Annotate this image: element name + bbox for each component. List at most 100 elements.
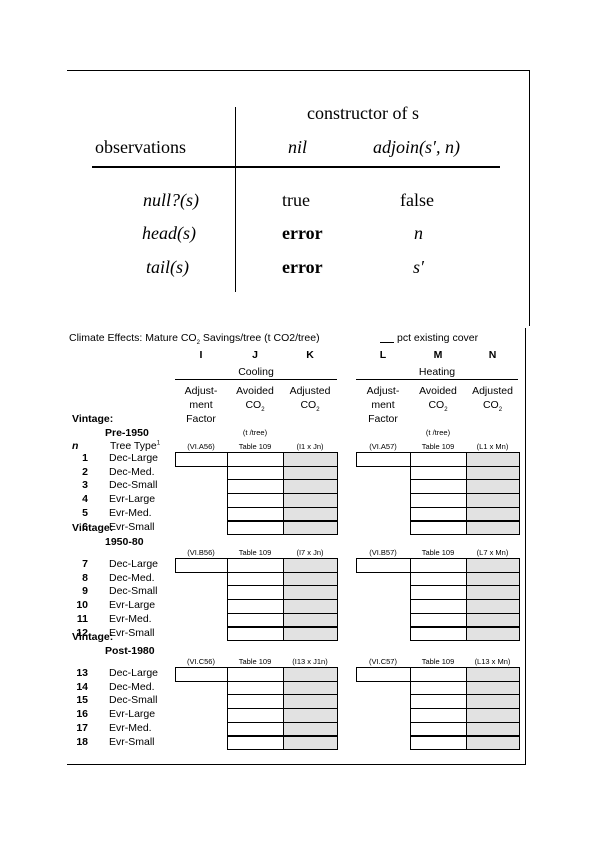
cell-j[interactable]	[227, 465, 284, 481]
cover-blank-line[interactable]	[380, 342, 394, 343]
cell-k[interactable]	[283, 452, 338, 467]
cell-l[interactable]	[356, 452, 411, 467]
cell-n[interactable]	[466, 599, 520, 614]
cell-k[interactable]	[283, 721, 338, 737]
row-number: 11	[76, 612, 88, 625]
cell-j[interactable]	[227, 506, 284, 522]
cell-m[interactable]	[410, 721, 467, 737]
cell-n[interactable]	[466, 721, 520, 737]
cell-k[interactable]	[283, 520, 338, 536]
cell-j[interactable]	[227, 520, 284, 536]
cell-l[interactable]	[356, 667, 411, 682]
cell-n[interactable]	[466, 520, 520, 536]
cell-i[interactable]	[175, 452, 228, 467]
heating-label: Heating	[418, 366, 456, 378]
cell-m[interactable]	[410, 667, 467, 682]
cell-m[interactable]	[410, 506, 467, 522]
cell-j[interactable]	[227, 721, 284, 737]
cell-m[interactable]	[410, 735, 467, 751]
cell-i[interactable]	[175, 558, 228, 573]
cell-m[interactable]	[410, 465, 467, 481]
cell-k[interactable]	[283, 585, 338, 601]
col-adjoin-header: adjoin(s′, n)	[373, 137, 460, 157]
cell-m[interactable]	[410, 626, 467, 642]
col-header-line1: Adjust-	[184, 385, 218, 397]
col-header-l: Adjust-ment Factor	[356, 384, 410, 426]
row-number: 8	[82, 571, 88, 584]
cell-k[interactable]	[283, 493, 338, 508]
cell-m[interactable]	[410, 694, 467, 710]
cell-j[interactable]	[227, 479, 284, 495]
section-name-1: 1950-80	[105, 536, 144, 548]
row-tree-type: Evr-Small	[109, 520, 155, 533]
cell-j[interactable]	[227, 626, 284, 642]
cell-n[interactable]	[466, 506, 520, 522]
section-name-0: Pre-1950	[105, 427, 149, 439]
col-header-n: Adjusted CO2	[466, 384, 519, 417]
cell-m[interactable]	[410, 493, 467, 508]
cell-n[interactable]	[466, 680, 520, 696]
cell-m[interactable]	[410, 708, 467, 723]
cell-j[interactable]	[227, 571, 284, 587]
cell-m[interactable]	[410, 571, 467, 587]
cell-j[interactable]	[227, 585, 284, 601]
cell-j[interactable]	[227, 558, 284, 573]
cell-n[interactable]	[466, 735, 520, 751]
cell-k[interactable]	[283, 465, 338, 481]
cell-m[interactable]	[410, 479, 467, 495]
cell-m[interactable]	[410, 680, 467, 696]
cell-j[interactable]	[227, 599, 284, 614]
cell-j[interactable]	[227, 708, 284, 723]
cell-k[interactable]	[283, 599, 338, 614]
cell-j[interactable]	[227, 493, 284, 508]
col-header-line2: CO2	[283, 398, 337, 417]
cell-m[interactable]	[410, 585, 467, 601]
cell-n[interactable]	[466, 612, 520, 628]
cell-m[interactable]	[410, 558, 467, 573]
cell-j[interactable]	[227, 452, 284, 467]
cell-n[interactable]	[466, 626, 520, 642]
cell-n[interactable]	[466, 667, 520, 682]
cell-l[interactable]	[356, 558, 411, 573]
cell-k[interactable]	[283, 667, 338, 682]
cell-k[interactable]	[283, 626, 338, 642]
cell-k[interactable]	[283, 506, 338, 522]
col-header-sub: 2	[261, 407, 265, 414]
cell-n[interactable]	[466, 558, 520, 573]
cell-m[interactable]	[410, 452, 467, 467]
cell-k[interactable]	[283, 735, 338, 751]
cell-m[interactable]	[410, 520, 467, 536]
cell-k[interactable]	[283, 479, 338, 495]
row-number: 9	[82, 585, 88, 598]
cell-n[interactable]	[466, 479, 520, 495]
cell-i[interactable]	[175, 667, 228, 682]
cell-j[interactable]	[227, 680, 284, 696]
cell-k[interactable]	[283, 558, 338, 573]
cell-n[interactable]	[466, 452, 520, 467]
cell-j[interactable]	[227, 667, 284, 682]
cell-m[interactable]	[410, 599, 467, 614]
section-name-2: Post-1980	[105, 645, 155, 657]
cell-n[interactable]	[466, 585, 520, 601]
cell-n[interactable]	[466, 694, 520, 710]
cell-m[interactable]	[410, 612, 467, 628]
row-number: 4	[82, 493, 88, 506]
ref-m-1: Table 109	[421, 548, 455, 557]
cell-k[interactable]	[283, 708, 338, 723]
cell-j[interactable]	[227, 735, 284, 751]
cell-j[interactable]	[227, 612, 284, 628]
cell-n[interactable]	[466, 465, 520, 481]
cell-k[interactable]	[283, 694, 338, 710]
cell-k[interactable]	[283, 571, 338, 587]
row-tree-type: Dec-Large	[109, 667, 159, 679]
row-nil-tail: error	[282, 257, 323, 277]
ref-n-0: (L1 x Mn)	[476, 442, 509, 451]
cell-k[interactable]	[283, 680, 338, 696]
cell-n[interactable]	[466, 708, 520, 723]
cell-n[interactable]	[466, 571, 520, 587]
cell-n[interactable]	[466, 493, 520, 508]
cell-j[interactable]	[227, 694, 284, 710]
cell-k[interactable]	[283, 612, 338, 628]
ref-l-0: (VI.A57)	[369, 442, 397, 451]
n-label: n	[72, 440, 79, 452]
